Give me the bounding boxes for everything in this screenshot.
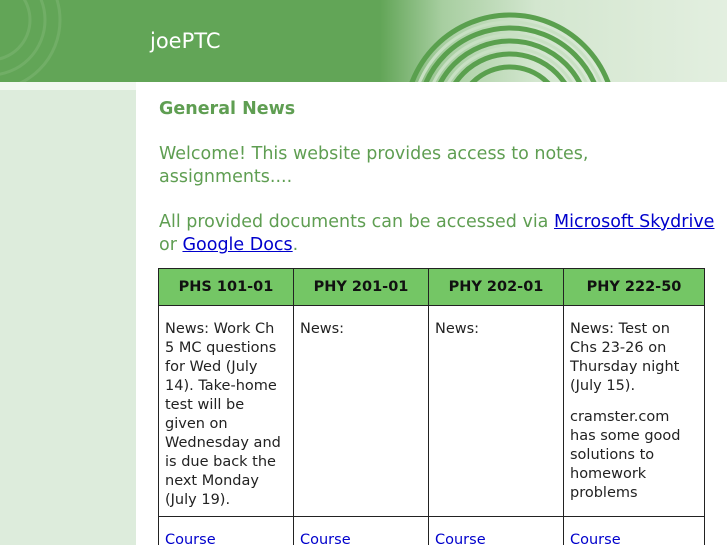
course-link-cell: Course bbox=[293, 516, 429, 545]
news-text-extra: cramster.com has some good solutions to … bbox=[570, 409, 681, 501]
course-header-phy-202-01: PHY 202-01 bbox=[428, 268, 564, 306]
course-link-phy-201-01[interactable]: Course bbox=[300, 532, 351, 545]
sidebar-band bbox=[0, 82, 136, 90]
google-docs-link[interactable]: Google Docs bbox=[182, 235, 292, 255]
courses-table: PHS 101-01 PHY 201-01 PHY 202-01 PHY 222… bbox=[158, 268, 705, 545]
news-text: News: Work Ch 5 MC questions for Wed (Ju… bbox=[165, 321, 281, 508]
skydrive-link[interactable]: Microsoft Skydrive bbox=[554, 212, 714, 232]
news-cell-phs-101-01: News: Work Ch 5 MC questions for Wed (Ju… bbox=[158, 305, 294, 517]
access-prefix: All provided documents can be accessed v… bbox=[159, 212, 554, 232]
left-sidebar bbox=[0, 82, 136, 545]
course-header-phy-201-01: PHY 201-01 bbox=[293, 268, 429, 306]
table-row-links: Course Course Course Course bbox=[158, 516, 705, 545]
course-link-phy-202-01[interactable]: Course bbox=[435, 532, 486, 545]
access-suffix: . bbox=[292, 235, 299, 255]
page-heading: General News bbox=[159, 99, 296, 119]
news-text: News: Test on Chs 23-26 on Thursday nigh… bbox=[570, 321, 680, 394]
welcome-text: Welcome! This website provides access to… bbox=[159, 144, 589, 187]
main-content: General News Welcome! This website provi… bbox=[136, 82, 727, 545]
site-title: joePTC bbox=[150, 29, 221, 53]
course-header-phy-222-50: PHY 222-50 bbox=[563, 268, 705, 306]
course-link-cell: Course bbox=[563, 516, 705, 545]
news-text: News: bbox=[435, 321, 480, 337]
header-decoration-art bbox=[380, 0, 727, 82]
table-header-row: PHS 101-01 PHY 201-01 PHY 202-01 PHY 222… bbox=[158, 268, 705, 306]
site-header: joePTC bbox=[0, 0, 727, 82]
news-cell-phy-222-50: News: Test on Chs 23-26 on Thursday nigh… bbox=[563, 305, 705, 517]
news-cell-phy-201-01: News: bbox=[293, 305, 429, 517]
course-link-phs-101-01[interactable]: Course bbox=[165, 532, 216, 545]
access-text: All provided documents can be accessed v… bbox=[159, 211, 719, 257]
course-link-cell: Course bbox=[428, 516, 564, 545]
course-link-phy-222-50[interactable]: Course bbox=[570, 532, 621, 545]
course-link-cell: Course bbox=[158, 516, 294, 545]
access-or: or bbox=[159, 235, 183, 255]
table-row-news: News: Work Ch 5 MC questions for Wed (Ju… bbox=[158, 305, 705, 517]
news-cell-phy-202-01: News: bbox=[428, 305, 564, 517]
news-text: News: bbox=[300, 321, 345, 337]
course-header-phs-101-01: PHS 101-01 bbox=[158, 268, 294, 306]
